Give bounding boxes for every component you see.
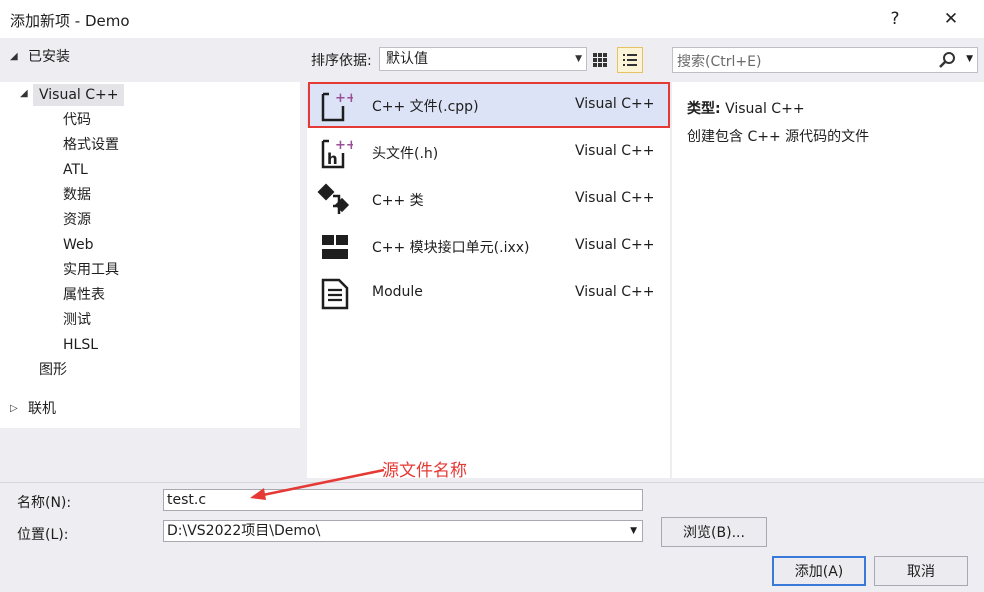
category-tree: ◢ Visual C++ 代码 格式设置 ATL 数据 资源 Web 实用工具 … xyxy=(0,82,300,428)
title-bar: 添加新项 - Demo ? ✕ xyxy=(0,0,984,38)
type-label: 类型: xyxy=(687,101,721,117)
tree-item-web[interactable]: Web xyxy=(63,234,94,256)
location-label: 位置(L): xyxy=(17,527,69,543)
tree-item-hlsl[interactable]: HLSL xyxy=(63,334,98,356)
tree-item-graphics[interactable]: 图形 xyxy=(39,359,67,381)
tree-item-resource[interactable]: 资源 xyxy=(63,209,91,231)
template-row-cpp-file[interactable]: ++ C++ 文件(.cpp) Visual C++ xyxy=(307,84,670,128)
tree-item-formatting[interactable]: 格式设置 xyxy=(63,134,119,156)
template-row-cpp-class[interactable]: C++ 类 Visual C++ xyxy=(307,178,670,222)
search-input[interactable]: 搜索(Ctrl+E) ▼ xyxy=(672,47,978,73)
details-panel: 类型: Visual C++ 创建包含 C++ 源代码的文件 xyxy=(672,82,984,478)
form-area: 名称(N): test.c 位置(L): D:\VS2022项目\Demo\ ▼… xyxy=(0,482,984,592)
template-description: 创建包含 C++ 源代码的文件 xyxy=(687,129,870,145)
template-name: C++ 模块接口单元(.ixx) xyxy=(372,240,530,256)
close-button[interactable]: ✕ xyxy=(936,6,966,32)
template-name: Module xyxy=(372,284,423,300)
list-view-icon xyxy=(623,54,637,66)
installed-header[interactable]: ◢ 已安装 xyxy=(10,44,70,68)
sort-label: 排序依据: xyxy=(311,53,372,69)
template-language: Visual C++ xyxy=(575,237,655,253)
template-row-module-interface[interactable]: C++ 模块接口单元(.ixx) Visual C++ xyxy=(307,225,670,269)
svg-text:++: ++ xyxy=(335,91,353,106)
chevron-down-icon[interactable]: ▼ xyxy=(630,521,637,541)
template-name: C++ 类 xyxy=(372,193,424,209)
cpp-file-icon: ++ xyxy=(321,91,353,122)
header-file-icon: h ++ xyxy=(321,138,353,169)
chevron-down-icon[interactable]: ▼ xyxy=(966,54,973,64)
chevron-down-icon: ▼ xyxy=(575,54,582,64)
template-language: Visual C++ xyxy=(575,143,655,159)
search-placeholder: 搜索(Ctrl+E) xyxy=(677,54,762,70)
collapse-triangle-icon: ◢ xyxy=(10,50,18,62)
online-header[interactable]: ▷ 联机 xyxy=(10,396,56,420)
template-pane: 排序依据: 默认值 ▼ ++ C++ 文件(.cpp) Visual C++ h… xyxy=(307,38,670,478)
type-value: Visual C++ xyxy=(725,101,805,117)
annotation-text: 源文件名称 xyxy=(382,461,467,481)
module-file-icon xyxy=(321,278,349,310)
installed-label: 已安装 xyxy=(28,49,70,65)
category-pane: ◢ 已安装 ◢ Visual C++ 代码 格式设置 ATL 数据 资源 Web… xyxy=(0,38,300,478)
tree-item-property-sheet[interactable]: 属性表 xyxy=(63,284,105,306)
template-language: Visual C++ xyxy=(575,96,655,112)
svg-text:++: ++ xyxy=(335,138,353,153)
template-language: Visual C++ xyxy=(575,190,655,206)
grid-view-button[interactable] xyxy=(587,47,613,73)
template-name: 头文件(.h) xyxy=(372,146,439,162)
template-row-header-file[interactable]: h ++ 头文件(.h) Visual C++ xyxy=(307,131,670,175)
sort-value: 默认值 xyxy=(386,51,428,67)
tree-item-utility[interactable]: 实用工具 xyxy=(63,259,119,281)
template-row-module[interactable]: Module Visual C++ xyxy=(307,272,670,316)
template-list: ++ C++ 文件(.cpp) Visual C++ h ++ 头文件(.h) … xyxy=(307,82,670,478)
list-view-button[interactable] xyxy=(617,47,643,73)
tree-item-test[interactable]: 测试 xyxy=(63,309,91,331)
name-value: test.c xyxy=(167,492,207,508)
expand-right-triangle-icon: ▷ xyxy=(10,402,18,414)
name-label: 名称(N): xyxy=(17,495,72,511)
tree-item-atl[interactable]: ATL xyxy=(63,159,88,181)
grid-view-icon xyxy=(593,53,607,67)
tree-item-code[interactable]: 代码 xyxy=(63,109,91,131)
module-interface-icon xyxy=(322,235,348,259)
window-title: 添加新项 - Demo xyxy=(10,12,130,30)
sort-dropdown[interactable]: 默认值 ▼ xyxy=(379,47,587,71)
location-field[interactable]: D:\VS2022项目\Demo\ ▼ xyxy=(163,520,643,542)
browse-button[interactable]: 浏览(B)... xyxy=(661,517,767,547)
add-button[interactable]: 添加(A) xyxy=(772,556,866,586)
search-icon[interactable] xyxy=(937,50,957,70)
cancel-button[interactable]: 取消 xyxy=(874,556,968,586)
template-language: Visual C++ xyxy=(575,284,655,300)
annotation-arrow-icon xyxy=(250,468,385,500)
tree-item-data[interactable]: 数据 xyxy=(63,184,91,206)
help-button[interactable]: ? xyxy=(880,6,910,32)
template-name: C++ 文件(.cpp) xyxy=(372,99,479,115)
name-field[interactable]: test.c xyxy=(163,489,643,511)
details-pane: 搜索(Ctrl+E) ▼ 类型: Visual C++ 创建包含 C++ 源代码… xyxy=(670,38,984,478)
tree-item-visual-cpp[interactable]: Visual C++ xyxy=(33,84,125,106)
cpp-class-icon xyxy=(317,183,350,214)
online-label: 联机 xyxy=(28,401,56,417)
location-value: D:\VS2022项目\Demo\ xyxy=(167,523,321,539)
